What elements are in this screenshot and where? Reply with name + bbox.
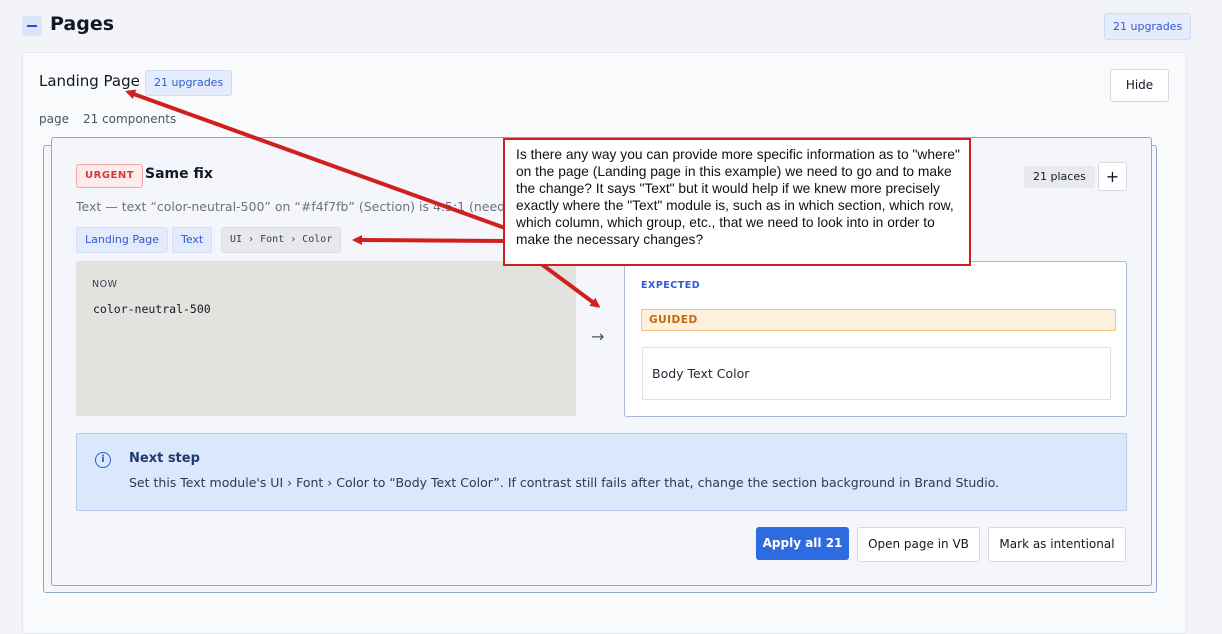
annotation-arrow-chip (352, 235, 506, 246)
annotation-arrow-expected (538, 261, 601, 308)
annotation-arrow-title (125, 89, 506, 230)
annotation-arrows (125, 89, 601, 308)
annotation-callout: Is there any way you can provide more sp… (503, 138, 971, 266)
